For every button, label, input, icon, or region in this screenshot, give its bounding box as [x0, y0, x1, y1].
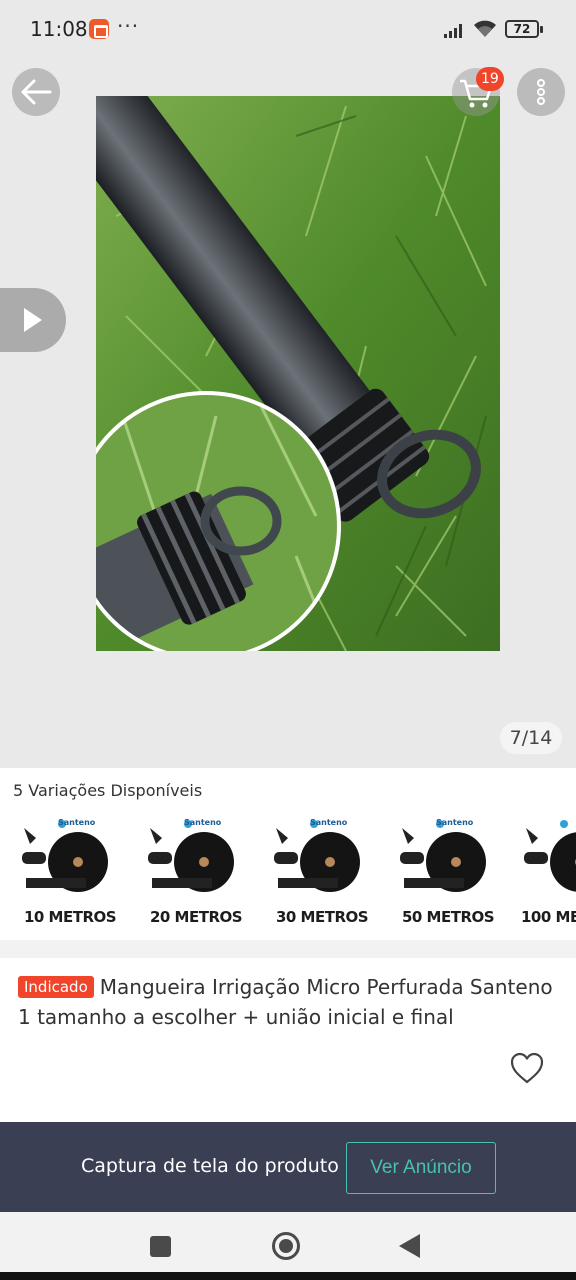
- image-page-counter: 7/14: [500, 722, 562, 754]
- banner-text: Captura de tela do produto: [81, 1155, 339, 1177]
- product-info: Indicado Mangueira Irrigação Micro Perfur…: [0, 958, 576, 1122]
- product-photo: [96, 96, 500, 651]
- heart-icon[interactable]: [509, 1051, 545, 1085]
- more-notifications-icon: ···: [117, 14, 140, 38]
- battery-indicator: 72: [505, 20, 543, 38]
- product-page: 11:08 ··· 72 19 7/14 5 Variações Disponí…: [0, 0, 576, 1280]
- variation-thumb-30m[interactable]: Santeno 30 METROS: [270, 814, 374, 926]
- product-image-gallery[interactable]: 19 7/14: [0, 60, 576, 768]
- variation-label: 20 METROS: [149, 908, 243, 926]
- brand-label: Santeno: [310, 818, 348, 827]
- more-options-button[interactable]: [517, 68, 565, 116]
- recommended-badge: Indicado: [18, 976, 94, 998]
- section-divider: [0, 940, 576, 958]
- bottom-edge: [0, 1272, 576, 1280]
- view-ad-button[interactable]: Ver Anúncio: [346, 1142, 496, 1194]
- variation-thumb-50m[interactable]: Santeno 50 METROS: [396, 814, 500, 926]
- variations-section: 5 Variações Disponíveis Santeno 10 METRO…: [0, 768, 576, 940]
- arrow-left-icon: [21, 79, 52, 105]
- system-nav-bar: [0, 1212, 576, 1280]
- wifi-icon: [474, 20, 496, 37]
- back-button[interactable]: [12, 68, 60, 116]
- brand-label: Santeno: [58, 818, 96, 827]
- variations-title: 5 Variações Disponíveis: [13, 781, 203, 800]
- variation-thumb-100m[interactable]: 100 METROS: [520, 814, 576, 926]
- variation-thumb-10m[interactable]: Santeno 10 METROS: [18, 814, 122, 926]
- signal-icon: [444, 24, 462, 38]
- screenshot-banner: Captura de tela do produto Ver Anúncio: [0, 1122, 576, 1212]
- play-icon: [24, 308, 42, 332]
- shopping-app-icon: [89, 19, 109, 39]
- product-title-line: Indicado Mangueira Irrigação Micro Perfur…: [18, 972, 563, 1032]
- back-triangle-icon[interactable]: [399, 1234, 420, 1258]
- variation-label: 30 METROS: [275, 908, 369, 926]
- variation-label: 10 METROS: [23, 908, 117, 926]
- recent-apps-icon[interactable]: [150, 1236, 171, 1257]
- variation-label: 100 METROS: [521, 908, 576, 926]
- brand-label: Santeno: [436, 818, 474, 827]
- cart-count-badge: 19: [476, 67, 504, 91]
- status-time: 11:08: [30, 17, 88, 41]
- vertical-dots-icon: [537, 79, 545, 105]
- home-icon[interactable]: [272, 1232, 300, 1260]
- variation-label: 50 METROS: [401, 908, 495, 926]
- play-video-button[interactable]: [0, 288, 66, 352]
- status-bar: 11:08 ··· 72: [0, 0, 576, 60]
- brand-label: Santeno: [184, 818, 222, 827]
- variation-thumb-20m[interactable]: Santeno 20 METROS: [144, 814, 248, 926]
- product-title: Mangueira Irrigação Micro Perfurada Sant…: [18, 975, 553, 1029]
